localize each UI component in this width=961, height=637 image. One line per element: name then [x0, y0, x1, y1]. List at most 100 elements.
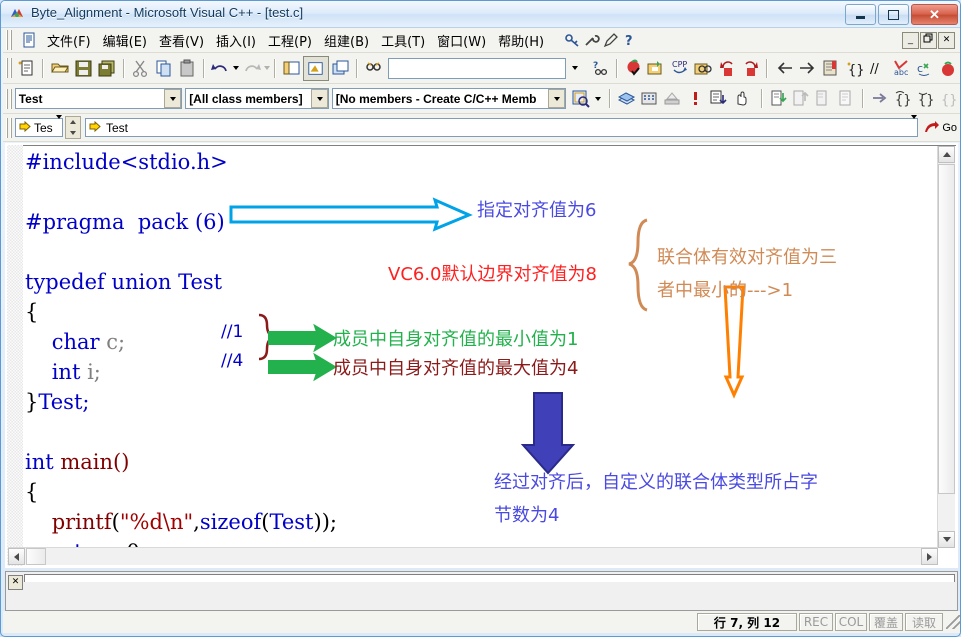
maximize-button[interactable] — [878, 4, 909, 25]
forward-icon[interactable] — [796, 57, 819, 80]
chevron-down-icon[interactable] — [164, 89, 182, 108]
workspace-combo[interactable]: Test — [14, 88, 183, 109]
stop-build-icon[interactable] — [661, 87, 684, 110]
location-combo[interactable]: Test — [85, 115, 919, 137]
go-icon[interactable] — [707, 87, 730, 110]
build-exec-icon[interactable] — [638, 87, 661, 110]
scroll-thumb-vertical[interactable] — [938, 164, 955, 494]
toolbar-grip-1[interactable] — [6, 58, 12, 78]
key-icon[interactable] — [564, 32, 581, 49]
batch-build-icon[interactable] — [692, 57, 715, 80]
scope-spinner[interactable] — [65, 116, 81, 139]
spell-icon[interactable]: abc — [890, 57, 913, 80]
back-icon[interactable] — [772, 57, 795, 80]
code-token: #include<stdio.h> — [25, 150, 228, 174]
wrench-icon[interactable] — [583, 32, 600, 49]
go-button[interactable]: Go — [920, 120, 960, 135]
member-combo[interactable]: [No members - Create C/C++ Memb — [331, 88, 567, 109]
find-in-files-icon[interactable] — [362, 57, 385, 80]
help-search-icon[interactable]: ? — [588, 57, 611, 80]
output-close-icon[interactable]: ✕ — [8, 575, 23, 590]
find-input[interactable] — [388, 57, 567, 79]
find-dropdown-icon[interactable] — [572, 66, 579, 70]
spinner-down-icon[interactable] — [66, 128, 80, 139]
editor-vertical-scrollbar[interactable] — [937, 146, 955, 548]
step-into-icon[interactable] — [767, 87, 790, 110]
redo-dropdown-icon[interactable] — [263, 66, 270, 70]
chevron-down-icon[interactable] — [55, 115, 62, 136]
save-all-icon[interactable] — [95, 57, 118, 80]
step-over-icon[interactable] — [812, 87, 835, 110]
toolbar-grip-2[interactable] — [6, 88, 12, 109]
run-to-icon[interactable] — [835, 87, 858, 110]
menu-file[interactable]: 文件(F) — [41, 29, 97, 52]
menu-tools[interactable]: 工具(T) — [375, 29, 431, 52]
window-list-icon[interactable] — [329, 57, 352, 80]
hand-icon[interactable] — [730, 87, 753, 110]
resize-grip[interactable] — [946, 615, 960, 629]
cut-icon[interactable] — [129, 57, 152, 80]
minimize-button[interactable] — [845, 4, 876, 25]
copy-icon[interactable] — [152, 57, 175, 80]
menu-window[interactable]: 窗口(W) — [431, 29, 492, 52]
build-icon[interactable] — [645, 57, 668, 80]
redo-icon[interactable] — [239, 57, 262, 80]
brace-open-icon[interactable]: {} — [891, 87, 914, 110]
brace-empty-icon[interactable]: {} — [937, 87, 960, 110]
spinner-up-icon[interactable] — [66, 117, 80, 128]
output-icon[interactable] — [303, 55, 329, 81]
tomato-icon[interactable] — [936, 57, 959, 80]
chevron-down-icon[interactable] — [910, 115, 918, 136]
next-icon[interactable] — [868, 87, 891, 110]
remove-breakpoint-icon[interactable] — [739, 57, 762, 80]
menubar-grip[interactable] — [6, 30, 12, 50]
menu-edit[interactable]: 编辑(E) — [97, 29, 153, 52]
build-cpp-icon[interactable]: CPP — [669, 57, 692, 80]
compile-icon[interactable] — [622, 57, 645, 80]
open-folder-icon[interactable] — [48, 57, 71, 80]
brace-close-icon[interactable]: {} — [914, 87, 937, 110]
comment-icon[interactable]: // — [866, 57, 889, 80]
scroll-thumb-horizontal[interactable] — [26, 548, 46, 565]
editor-horizontal-scrollbar[interactable] — [8, 547, 938, 565]
mdi-close-button[interactable]: ✕ — [938, 31, 955, 49]
close-button[interactable]: ✕ — [911, 4, 958, 25]
chevron-down-icon[interactable] — [548, 89, 566, 108]
menu-help[interactable]: 帮助(H) — [492, 29, 550, 52]
status-col: COL — [835, 613, 867, 631]
wizardbar-actions-icon[interactable] — [569, 87, 592, 110]
pencil-icon[interactable] — [602, 32, 619, 49]
exclaim-icon[interactable] — [684, 87, 707, 110]
code-token: { — [25, 300, 39, 324]
new-brace-icon[interactable]: {} — [843, 57, 866, 80]
menu-insert[interactable]: 插入(I) — [210, 29, 262, 52]
insert-breakpoint-icon[interactable] — [715, 57, 738, 80]
save-icon[interactable] — [72, 57, 95, 80]
scroll-right-button[interactable] — [921, 548, 938, 565]
mdi-minimize-button[interactable]: _ — [902, 31, 919, 49]
workspace-icon[interactable] — [280, 57, 303, 80]
scroll-up-button[interactable] — [938, 146, 955, 163]
toolbar-grip-3[interactable] — [6, 117, 12, 138]
undo-icon[interactable] — [209, 57, 232, 80]
paste-icon[interactable] — [175, 57, 198, 80]
bookmark-icon[interactable] — [819, 57, 842, 80]
setting-icon[interactable]: c — [913, 57, 936, 80]
menu-view[interactable]: 查看(V) — [153, 29, 210, 52]
output-pane[interactable]: ✕ — [5, 571, 958, 611]
scope-combo[interactable]: Tes — [15, 115, 63, 137]
menu-project[interactable]: 工程(P) — [262, 29, 318, 52]
compile-stack-icon[interactable] — [615, 87, 638, 110]
new-file-icon[interactable] — [15, 57, 38, 80]
code-editor[interactable]: #include<stdio.h> #pragma pack (6) typed… — [5, 143, 958, 568]
step-out-icon[interactable] — [790, 87, 813, 110]
output-tab-strip[interactable] — [24, 574, 955, 582]
scroll-down-button[interactable] — [938, 531, 955, 548]
mdi-restore-button[interactable] — [920, 31, 937, 49]
help-icon[interactable]: ? — [621, 32, 638, 49]
menu-build[interactable]: 组建(B) — [318, 29, 375, 52]
wizardbar-dropdown-icon[interactable] — [595, 96, 602, 101]
chevron-down-icon[interactable] — [310, 89, 328, 108]
class-combo[interactable]: [All class members] — [185, 88, 329, 109]
scroll-left-button[interactable] — [8, 548, 25, 565]
